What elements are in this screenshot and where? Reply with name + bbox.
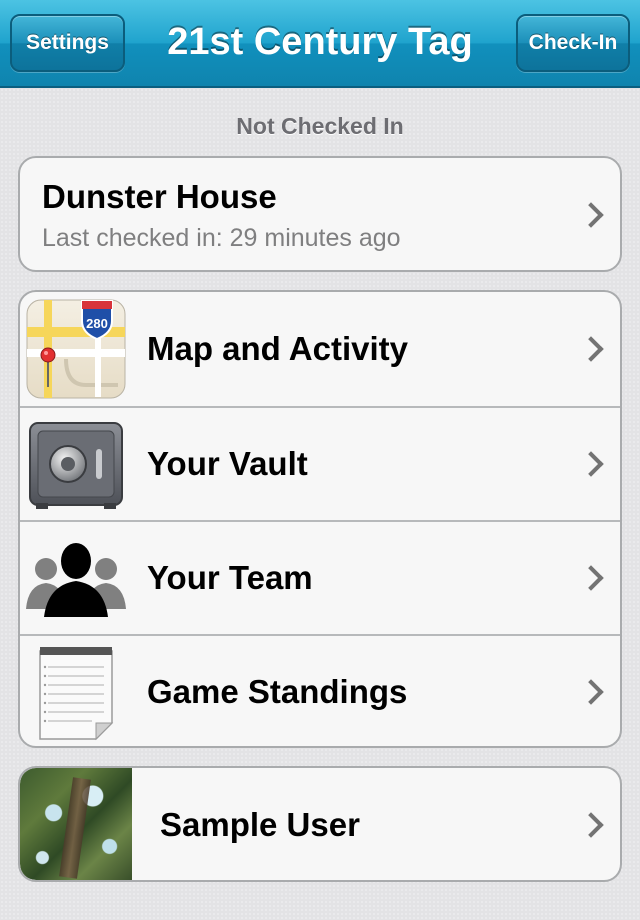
navigation-bar: Settings 21st Century Tag Check-In bbox=[0, 0, 640, 88]
chevron-right-icon bbox=[578, 202, 604, 228]
app-title: 21st Century Tag bbox=[167, 21, 473, 63]
settings-button[interactable]: Settings bbox=[10, 14, 125, 72]
notepad-icon bbox=[39, 647, 114, 741]
menu-item-your-vault[interactable]: Your Vault bbox=[20, 406, 620, 520]
user-group: Sample User bbox=[18, 766, 622, 882]
location-title: Dunster House bbox=[42, 178, 277, 215]
last-checked-label: Last checked in: 29 minutes ago bbox=[42, 224, 401, 252]
chevron-right-icon bbox=[578, 451, 604, 477]
user-photo bbox=[20, 768, 132, 880]
location-row[interactable]: Dunster House Last checked in: 29 minute… bbox=[20, 158, 620, 270]
menu-item-label: Your Team bbox=[147, 559, 313, 596]
check-in-status-header: Not Checked In bbox=[236, 113, 404, 139]
check-in-button[interactable]: Check-In bbox=[516, 14, 630, 72]
menu-item-your-team[interactable]: Your Team bbox=[20, 520, 620, 634]
team-icon bbox=[26, 543, 126, 617]
menu-item-label: Map and Activity bbox=[147, 330, 408, 367]
menu-item-label: Your Vault bbox=[147, 445, 308, 482]
menu-item-map-and-activity[interactable]: 280 Map and Activity bbox=[20, 292, 620, 406]
menu-item-label: Game Standings bbox=[147, 673, 408, 710]
chevron-right-icon bbox=[578, 336, 604, 362]
vault-icon bbox=[29, 422, 123, 509]
menu-item-game-standings[interactable]: Game Standings bbox=[20, 634, 620, 746]
svg-text:280: 280 bbox=[86, 316, 108, 331]
chevron-right-icon bbox=[578, 565, 604, 591]
menu-group: 280 Map and Activity Your Vault Your Tea… bbox=[18, 290, 622, 748]
chevron-right-icon bbox=[578, 679, 604, 705]
user-profile-row[interactable]: Sample User bbox=[20, 768, 620, 880]
chevron-right-icon bbox=[578, 812, 604, 838]
map-icon: 280 bbox=[26, 299, 126, 399]
status-group: Dunster House Last checked in: 29 minute… bbox=[18, 156, 622, 272]
user-name: Sample User bbox=[160, 806, 360, 843]
